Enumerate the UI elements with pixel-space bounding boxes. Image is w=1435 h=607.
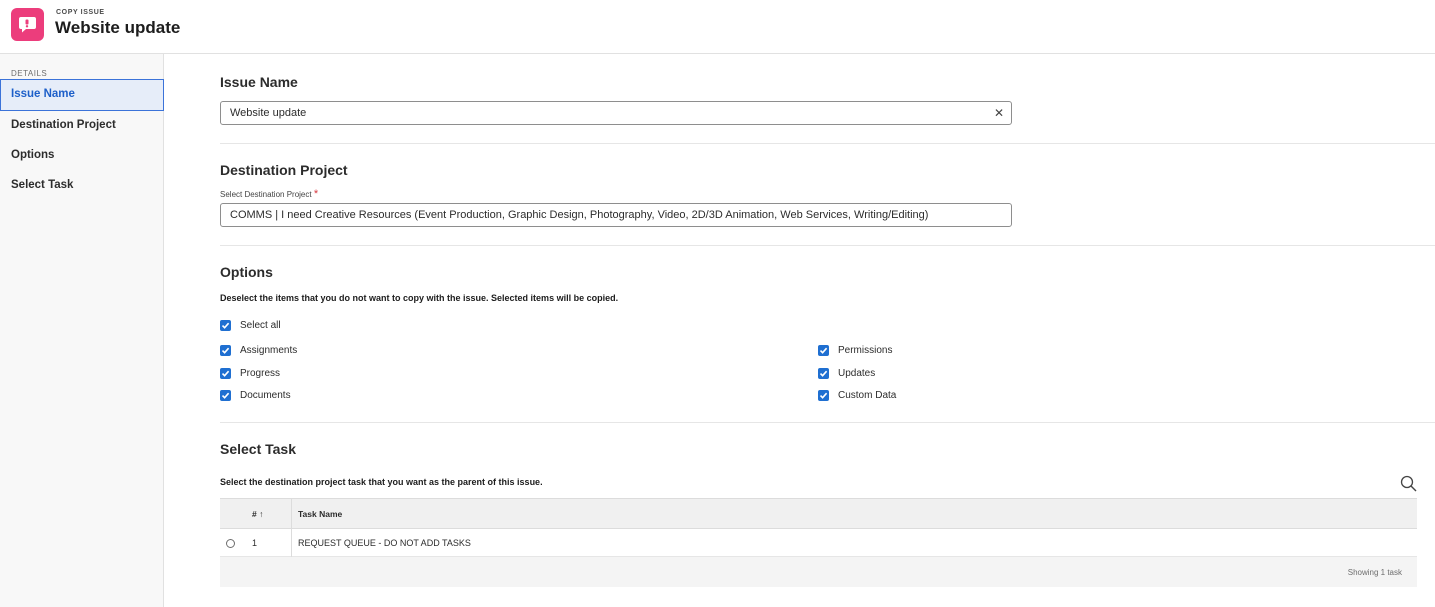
required-marker: * xyxy=(313,188,319,200)
permissions-checkbox[interactable] xyxy=(818,345,829,356)
task-table: # ↑ Task Name 1 REQUEST QUEUE - DO NOT A… xyxy=(220,498,1417,588)
table-row[interactable]: 1 REQUEST QUEUE - DO NOT ADD TASKS xyxy=(220,529,1417,557)
section-divider xyxy=(220,245,1435,246)
sort-ascending-icon: ↑ xyxy=(259,509,264,519)
destination-project-value: COMMS | I need Creative Resources (Event… xyxy=(230,209,929,221)
documents-checkbox[interactable] xyxy=(220,390,231,401)
row-count: Showing 1 task xyxy=(1347,568,1402,577)
column-header-task-name[interactable]: Task Name xyxy=(298,509,342,519)
column-header-number[interactable]: # ↑ xyxy=(252,509,263,519)
sidebar-item-options[interactable]: Options xyxy=(0,139,164,171)
options-help-text: Deselect the items that you do not want … xyxy=(220,293,619,303)
updates-checkbox[interactable] xyxy=(818,368,829,379)
column-separator xyxy=(291,498,292,557)
task-name: REQUEST QUEUE - DO NOT ADD TASKS xyxy=(298,538,471,548)
sidebar-item-issue-name[interactable]: Issue Name xyxy=(0,79,164,111)
main-content: Issue Name Website update ✕ Destination … xyxy=(220,0,1435,607)
assignments-label: Assignments xyxy=(240,345,298,356)
header-kicker: COPY ISSUE xyxy=(56,9,105,16)
options-heading: Options xyxy=(220,264,273,280)
select-all-checkbox[interactable] xyxy=(220,320,231,331)
sidebar-item-select-task[interactable]: Select Task xyxy=(0,169,164,201)
issue-name-heading: Issue Name xyxy=(220,74,298,90)
sidebar-section-label: DETAILS xyxy=(11,69,48,78)
select-all-label: Select all xyxy=(240,320,281,331)
search-icon[interactable] xyxy=(1400,475,1417,492)
page-title: Website update xyxy=(55,18,181,37)
updates-label: Updates xyxy=(838,368,876,379)
permissions-label: Permissions xyxy=(838,345,893,356)
destination-project-heading: Destination Project xyxy=(220,162,348,178)
destination-project-label: Select Destination Project * xyxy=(220,188,319,200)
task-number: 1 xyxy=(252,538,258,548)
progress-checkbox[interactable] xyxy=(220,368,231,379)
issue-name-value: Website update xyxy=(230,107,307,119)
select-task-help-text: Select the destination project task that… xyxy=(220,477,543,487)
close-icon[interactable]: ✕ xyxy=(994,102,1004,124)
destination-project-field[interactable]: COMMS | I need Creative Resources (Event… xyxy=(220,203,1012,227)
sidebar: DETAILS Issue Name Destination Project O… xyxy=(0,54,164,607)
task-radio-button[interactable] xyxy=(226,539,235,548)
custom-data-checkbox[interactable] xyxy=(818,390,829,401)
custom-data-label: Custom Data xyxy=(838,390,897,401)
section-divider xyxy=(220,143,1435,144)
sidebar-item-destination-project[interactable]: Destination Project xyxy=(0,109,164,141)
table-footer: Showing 1 task xyxy=(220,557,1417,587)
section-divider xyxy=(220,422,1435,423)
documents-label: Documents xyxy=(240,390,291,401)
select-task-heading: Select Task xyxy=(220,441,297,457)
assignments-checkbox[interactable] xyxy=(220,345,231,356)
table-header: # ↑ Task Name xyxy=(220,498,1417,529)
progress-label: Progress xyxy=(240,368,281,379)
issue-type-icon xyxy=(11,8,44,41)
issue-name-input[interactable]: Website update ✕ xyxy=(220,101,1012,125)
